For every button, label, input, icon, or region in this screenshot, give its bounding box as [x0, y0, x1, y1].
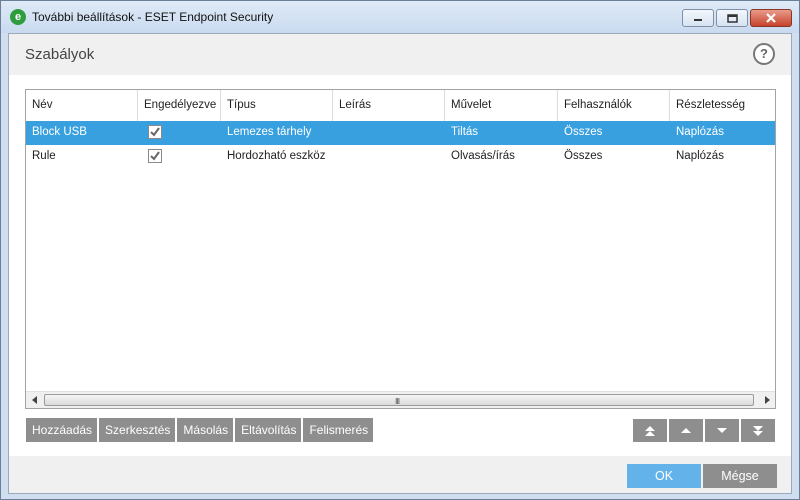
ok-button[interactable]: OK: [627, 464, 701, 488]
cell-users: Összes: [564, 150, 603, 162]
checkmark-icon: [150, 127, 160, 137]
copy-button[interactable]: Másolás: [177, 418, 234, 442]
horizontal-scrollbar[interactable]: III: [26, 391, 775, 408]
move-top-icon: [645, 425, 655, 436]
column-header-type[interactable]: Típus: [221, 90, 333, 121]
cell-users: Összes: [564, 126, 603, 138]
column-header-name[interactable]: Név: [26, 90, 138, 121]
cell-action: Tiltás: [451, 126, 479, 138]
rules-table: Név Engedélyezve Típus Leírás Művelet Fe…: [25, 89, 776, 409]
scrollbar-grip: III: [395, 397, 400, 406]
remove-button[interactable]: Eltávolítás: [235, 418, 302, 442]
window-title: További beállítások - ESET Endpoint Secu…: [32, 10, 274, 24]
cell-enabled: [138, 145, 221, 169]
cell-name: Rule: [32, 150, 56, 162]
window-controls: [680, 9, 792, 27]
scroll-right-icon: [764, 396, 770, 404]
cell-verbosity: Naplózás: [676, 150, 724, 162]
rule-actions: Hozzáadás Szerkesztés Másolás Eltávolítá…: [26, 418, 375, 442]
cell-enabled: [138, 121, 221, 145]
cell-name: Block USB: [32, 126, 87, 138]
cell-action: Olvasás/írás: [451, 150, 515, 162]
move-up-button[interactable]: [669, 419, 703, 442]
minimize-icon: [694, 19, 702, 21]
reorder-controls: [631, 419, 775, 442]
cell-description: [333, 145, 445, 169]
title-bar[interactable]: e További beállítások - ESET Endpoint Se…: [1, 1, 799, 33]
table-header: Név Engedélyezve Típus Leírás Művelet Fe…: [26, 90, 775, 121]
page-header: Szabályok ?: [9, 34, 791, 75]
enabled-checkbox[interactable]: [148, 149, 162, 163]
enabled-checkbox[interactable]: [148, 125, 162, 139]
cell-type: Lemezes tárhely: [227, 126, 312, 138]
help-icon[interactable]: ?: [753, 43, 775, 65]
column-header-action[interactable]: Művelet: [445, 90, 558, 121]
scrollbar-thumb[interactable]: III: [44, 394, 754, 406]
scroll-left-button[interactable]: [26, 392, 43, 408]
column-header-users[interactable]: Felhasználók: [558, 90, 670, 121]
checkmark-icon: [150, 151, 160, 161]
column-header-verbosity[interactable]: Részletesség: [670, 90, 775, 121]
close-icon: [766, 13, 776, 23]
eset-logo-icon: e: [10, 9, 26, 25]
edit-button[interactable]: Szerkesztés: [99, 418, 176, 442]
add-button[interactable]: Hozzáadás: [26, 418, 98, 442]
maximize-button[interactable]: [716, 9, 748, 27]
move-top-button[interactable]: [633, 419, 667, 442]
dialog-footer: OK Mégse: [9, 456, 791, 493]
minimize-button[interactable]: [682, 9, 714, 27]
table-row[interactable]: Block USB Lemezes tárhely Tiltás Összes …: [26, 121, 775, 145]
cancel-button[interactable]: Mégse: [703, 464, 777, 488]
scroll-right-button[interactable]: [758, 392, 775, 408]
column-header-enabled[interactable]: Engedélyezve: [138, 90, 221, 121]
settings-window: e További beállítások - ESET Endpoint Se…: [0, 0, 800, 500]
cell-type: Hordozható eszköz: [227, 150, 326, 162]
page-title: Szabályok: [25, 46, 95, 63]
maximize-icon: [726, 13, 738, 23]
close-button[interactable]: [750, 9, 792, 27]
cell-description: [333, 121, 445, 145]
move-down-button[interactable]: [705, 419, 739, 442]
column-header-description[interactable]: Leírás: [333, 90, 445, 121]
detect-button[interactable]: Felismerés: [303, 418, 374, 442]
move-bottom-icon: [753, 425, 763, 436]
move-up-icon: [681, 428, 691, 433]
move-bottom-button[interactable]: [741, 419, 775, 442]
client-area: Szabályok ? Név Engedélyezve Típus Leírá…: [8, 33, 792, 494]
table-row[interactable]: Rule Hordozható eszköz Olvasás/írás Össz…: [26, 145, 775, 169]
move-down-icon: [717, 428, 727, 433]
scroll-left-icon: [31, 396, 37, 404]
cell-verbosity: Naplózás: [676, 126, 724, 138]
